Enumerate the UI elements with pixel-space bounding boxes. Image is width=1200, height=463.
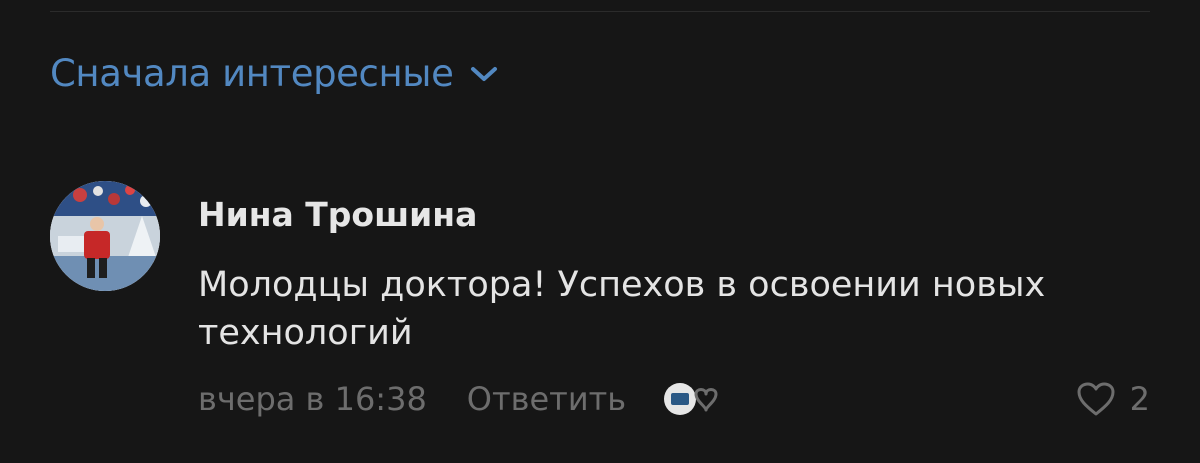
likes-count: 2 <box>1129 380 1150 418</box>
comment-meta: вчера в 16:38 Ответить <box>198 377 726 421</box>
heart-icon <box>1077 382 1115 416</box>
like-button[interactable]: 2 <box>1076 377 1150 421</box>
reply-button[interactable]: Ответить <box>467 377 626 421</box>
chevron-down-icon <box>471 67 498 81</box>
avatar[interactable] <box>50 181 160 291</box>
sort-label: Сначала интересные <box>50 52 454 95</box>
comment-author[interactable]: Нина Трошина <box>198 193 477 237</box>
top-divider <box>50 11 1150 12</box>
reaction-icon[interactable] <box>662 377 726 421</box>
sort-dropdown[interactable]: Сначала интересные <box>50 50 499 98</box>
comment: Нина Трошина Молодцы доктора! Успехов в … <box>50 181 1150 441</box>
comment-text: Молодцы доктора! Успехов в освоении новы… <box>198 265 1046 353</box>
avatar-photo <box>50 181 160 291</box>
comment-timestamp: вчера в 16:38 <box>198 380 427 418</box>
